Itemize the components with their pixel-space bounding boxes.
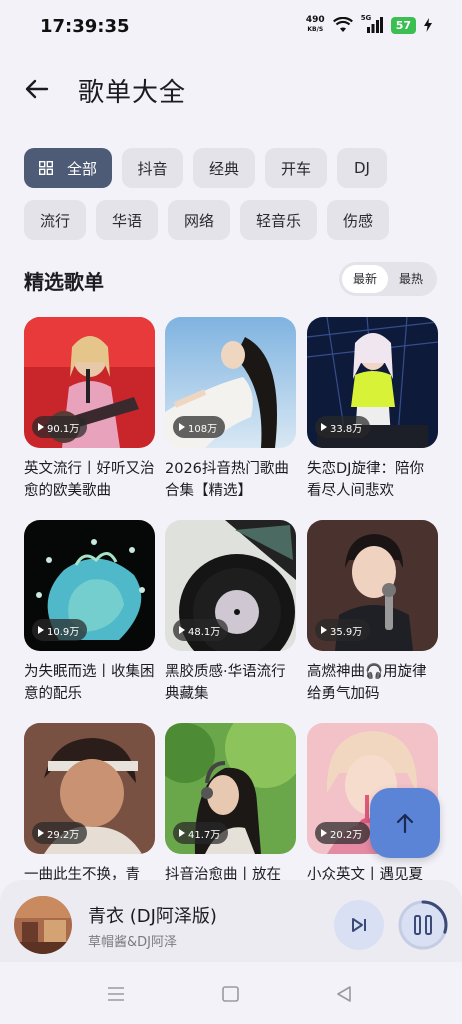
playlist-title: 2026抖音热门歌曲合集【精选】 (165, 461, 289, 499)
play-icon (179, 829, 185, 837)
play-count-badge: 48.1万 (173, 619, 229, 641)
chip-label: 全部 (66, 159, 97, 178)
sort-hottest[interactable]: 最热 (388, 265, 434, 293)
back-icon[interactable] (336, 986, 352, 1002)
play-count: 10.9万 (47, 626, 80, 638)
play-count: 29.2万 (47, 829, 80, 841)
playlist-cover: 90.1万 (24, 317, 155, 448)
play-count: 41.7万 (188, 829, 221, 841)
playlist-card[interactable]: 41.7万 抖音治愈曲丨放在 (165, 723, 296, 882)
playlist-card[interactable]: 33.8万 失恋DJ旋律：陪你看尽人间悲欢 (307, 317, 438, 502)
arrow-up-icon (396, 813, 414, 834)
chip-dj[interactable]: DJ (337, 148, 387, 188)
playlist-title: 失恋DJ旋律：陪你看尽人间悲欢 (307, 461, 424, 499)
chip-douyin[interactable]: 抖音 (122, 148, 183, 188)
play-icon (321, 423, 327, 431)
playlist-title: 黑胶质感·华语流行典藏集 (165, 664, 286, 702)
next-track-button[interactable] (334, 900, 384, 950)
playlist-card[interactable]: 48.1万 黑胶质感·华语流行典藏集 (165, 520, 296, 705)
menu-icon[interactable] (107, 986, 125, 1002)
home-icon[interactable] (222, 986, 239, 1002)
playback-progress-ring (398, 900, 448, 950)
play-pause-button[interactable] (396, 898, 450, 952)
back-arrow-icon (25, 79, 49, 99)
now-playing-cover (14, 896, 72, 954)
signal-type-label: 5G (360, 14, 372, 22)
play-count-badge: 90.1万 (32, 416, 88, 438)
play-count: 20.2万 (330, 829, 363, 841)
grid-icon (38, 161, 53, 175)
status-time: 17:39:35 (40, 16, 130, 37)
signal-icon: 5G (360, 14, 383, 33)
playlist-card[interactable]: 35.9万 高燃神曲🎧用旋律给勇气加码 (307, 520, 438, 705)
sort-toggle: 最新 最热 (339, 262, 437, 296)
playlist-cover: 33.8万 (307, 317, 438, 448)
playlist-title: 英文流行丨好听又治愈的欧美歌曲 (24, 461, 155, 499)
chip-all[interactable]: 全部 (24, 148, 112, 188)
play-count-badge: 10.9万 (32, 619, 88, 641)
header: 歌单大全 (0, 66, 462, 112)
skip-next-icon (352, 918, 366, 932)
chip-light-music[interactable]: 轻音乐 (240, 200, 317, 240)
mini-player[interactable]: 青衣 (DJ阿泽版) 草帽酱&DJ阿泽 (0, 880, 462, 962)
section-title: 精选歌单 (24, 270, 104, 294)
play-count-badge: 41.7万 (173, 822, 229, 844)
play-count-badge: 33.8万 (315, 416, 371, 438)
net-speed-value: 490 (305, 15, 325, 25)
play-icon (321, 626, 327, 634)
chip-sad[interactable]: 伤感 (327, 200, 389, 240)
playlist-card[interactable]: 108万 2026抖音热门歌曲合集【精选】 (165, 317, 296, 502)
play-count: 33.8万 (330, 423, 363, 435)
playlist-cover: 29.2万 (24, 723, 155, 854)
playlist-card[interactable]: 29.2万 一曲此生不换，青 (24, 723, 155, 882)
play-count: 48.1万 (188, 626, 221, 638)
network-speed: 490 KB/S (306, 16, 325, 34)
play-count-badge: 108万 (173, 416, 226, 438)
playlist-cover: 41.7万 (165, 723, 296, 854)
system-nav-bar (0, 962, 462, 1024)
playlist-title: 为失眠而选丨收集困意的配乐 (24, 664, 155, 702)
scroll-to-top-button[interactable] (370, 788, 440, 858)
now-playing-title: 青衣 (DJ阿泽版) (88, 906, 217, 927)
now-playing-artist: 草帽酱&DJ阿泽 (88, 935, 177, 950)
battery-indicator: 57 (390, 16, 416, 34)
playlist-cover: 48.1万 (165, 520, 296, 651)
play-count: 90.1万 (47, 423, 80, 435)
playlist-cover: 10.9万 (24, 520, 155, 651)
sort-newest[interactable]: 最新 (342, 265, 388, 293)
play-icon (179, 423, 185, 431)
chip-chinese[interactable]: 华语 (96, 200, 158, 240)
chip-internet[interactable]: 网络 (168, 200, 230, 240)
play-icon (38, 829, 44, 837)
net-speed-unit: KB/S (307, 26, 324, 33)
back-button[interactable] (22, 74, 52, 104)
play-count-badge: 20.2万 (315, 822, 371, 844)
chip-driving[interactable]: 开车 (265, 148, 327, 188)
wifi-icon (332, 17, 353, 32)
playlist-card[interactable]: 90.1万 英文流行丨好听又治愈的欧美歌曲 (24, 317, 155, 502)
play-icon (38, 626, 44, 634)
play-icon (38, 423, 44, 431)
play-count: 108万 (188, 423, 218, 435)
chip-classic[interactable]: 经典 (193, 148, 255, 188)
play-icon (179, 626, 185, 634)
play-icon (321, 829, 327, 837)
playlist-cover: 108万 (165, 317, 296, 448)
chip-pop[interactable]: 流行 (24, 200, 86, 240)
play-count: 35.9万 (330, 626, 363, 638)
play-count-badge: 29.2万 (32, 822, 88, 844)
charging-icon (424, 18, 432, 32)
playlist-card[interactable]: 10.9万 为失眠而选丨收集困意的配乐 (24, 520, 155, 705)
page-title: 歌单大全 (78, 78, 187, 108)
playlist-title: 高燃神曲🎧用旋律给勇气加码 (307, 664, 427, 702)
status-icons: 490 KB/S 5G 57 (306, 14, 432, 34)
status-bar: 17:39:35 490 KB/S 5G 57 (0, 0, 462, 58)
playlist-cover: 35.9万 (307, 520, 438, 651)
play-count-badge: 35.9万 (315, 619, 371, 641)
